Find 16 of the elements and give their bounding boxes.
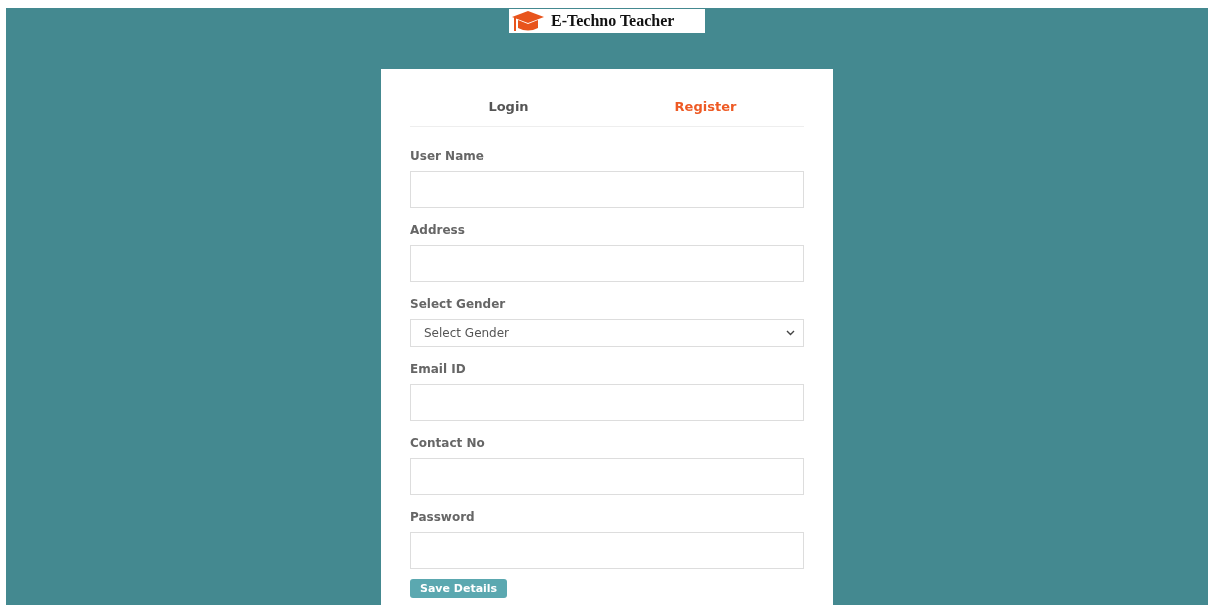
graduation-cap-icon [511, 10, 545, 32]
tab[interactable]: Login [410, 69, 607, 126]
input-field[interactable] [410, 171, 804, 208]
chevron-down-icon [786, 330, 795, 336]
field-label: Email ID [410, 362, 467, 377]
field-label: Address [410, 223, 466, 238]
input-field[interactable] [410, 245, 804, 282]
field-label: Password [410, 510, 476, 525]
input-field[interactable] [410, 384, 804, 421]
input-field[interactable] [410, 458, 804, 495]
select-field[interactable]: Select Gender [410, 319, 804, 347]
input-field[interactable] [410, 532, 804, 569]
field-label: Contact No [410, 436, 486, 451]
logo-title: E-Techno Teacher [551, 12, 675, 30]
field-label: Select Gender [410, 297, 507, 312]
field-label: User Name [410, 149, 485, 164]
